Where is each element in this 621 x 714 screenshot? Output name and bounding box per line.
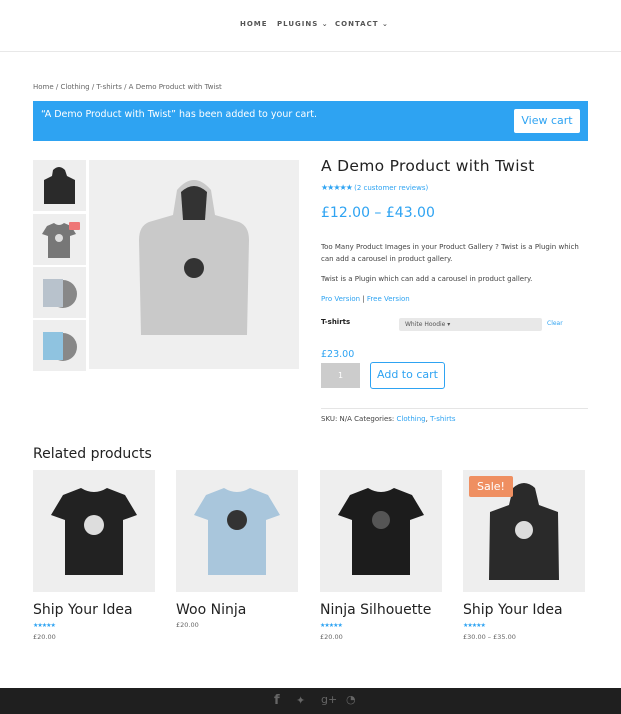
footer: f ✦ g+ ◔	[0, 688, 621, 714]
sale-badge: Sale!	[469, 476, 513, 497]
variation-select[interactable]: White Hoodie ▾	[399, 318, 542, 331]
version-links: Pro Version | Free Version	[321, 293, 410, 305]
rating-stars: ★★★★★	[33, 622, 56, 629]
price-range: £12.00 – £43.00	[321, 205, 435, 221]
facebook-icon[interactable]: f	[274, 693, 280, 708]
divider	[321, 408, 588, 409]
pro-version-link[interactable]: Pro Version	[321, 295, 360, 303]
top-nav: HOME PLUGINS ⌄ CONTACT ⌄	[0, 0, 621, 52]
related-product[interactable]: Sale! Ship Your Idea ★★★★★ £30.00 – £35.…	[463, 470, 585, 641]
product-price: £20.00	[176, 621, 199, 629]
nav-contact[interactable]: CONTACT ⌄	[335, 20, 389, 28]
variation-price: £23.00	[321, 349, 355, 360]
separator: |	[362, 295, 365, 303]
product-name[interactable]: Ninja Silhouette	[320, 602, 442, 618]
quantity-input[interactable]: 1	[321, 363, 360, 388]
related-product[interactable]: Ninja Silhouette ★★★★★ £20.00	[320, 470, 442, 641]
nav-plugins[interactable]: PLUGINS ⌄	[277, 20, 329, 28]
google-plus-icon[interactable]: g+	[321, 693, 337, 706]
product-price: £20.00	[33, 633, 56, 641]
product-name[interactable]: Woo Ninja	[176, 602, 298, 618]
related-product[interactable]: Woo Ninja £20.00	[176, 470, 298, 629]
description-1: Too Many Product Images in your Product …	[321, 243, 579, 263]
product-title: A Demo Product with Twist	[321, 157, 535, 175]
category-clothing[interactable]: Clothing	[396, 415, 425, 423]
add-to-cart-button[interactable]: Add to cart	[370, 362, 445, 389]
category-tshirts[interactable]: T-shirts	[430, 415, 455, 423]
notice-message: “A Demo Product with Twist” has been add…	[41, 109, 317, 120]
twitter-icon[interactable]: ✦	[296, 694, 305, 707]
rating-stars: ★★★★★	[463, 622, 486, 629]
rating-stars: ★★★★★	[320, 622, 343, 629]
free-version-link[interactable]: Free Version	[367, 295, 410, 303]
clear-link[interactable]: Clear	[547, 320, 563, 327]
variation-label: T-shirts	[321, 318, 351, 326]
product-image[interactable]	[320, 470, 442, 592]
product-image[interactable]: Sale!	[463, 470, 585, 592]
rating-stars: ★★★★★	[321, 183, 353, 192]
product-name[interactable]: Ship Your Idea	[463, 602, 585, 618]
thumbnail-cd[interactable]	[33, 267, 86, 318]
cart-notice: “A Demo Product with Twist” has been add…	[33, 101, 588, 141]
product-image[interactable]	[176, 470, 298, 592]
description-2: Twist is a Plugin which can add a carous…	[321, 275, 533, 283]
breadcrumb[interactable]: Home / Clothing / T-shirts / A Demo Prod…	[33, 83, 222, 91]
product-image[interactable]	[33, 470, 155, 592]
product-meta-row: SKU: N/A Categories: Clothing, T-shirts	[321, 413, 456, 425]
product-price: £20.00	[320, 633, 343, 641]
product-meta: SKU: N/A Categories:	[321, 415, 397, 423]
nav-home[interactable]: HOME	[240, 20, 268, 28]
product-name[interactable]: Ship Your Idea	[33, 602, 155, 618]
product-price: £30.00 – £35.00	[463, 633, 516, 641]
thumbnail-grey-tshirt[interactable]	[33, 214, 86, 265]
view-cart-button[interactable]: View cart	[514, 109, 580, 133]
rss-icon[interactable]: ◔	[346, 693, 356, 706]
thumbnail-black-hoodie[interactable]	[33, 160, 86, 211]
reviews-link[interactable]: (2 customer reviews)	[354, 184, 428, 192]
related-heading: Related products	[33, 446, 152, 462]
thumbnail-blue-cd[interactable]	[33, 320, 86, 371]
rating-row: ★★★★★ (2 customer reviews)	[321, 183, 428, 192]
main-product-image[interactable]	[89, 160, 299, 369]
related-product[interactable]: Ship Your Idea ★★★★★ £20.00	[33, 470, 155, 641]
